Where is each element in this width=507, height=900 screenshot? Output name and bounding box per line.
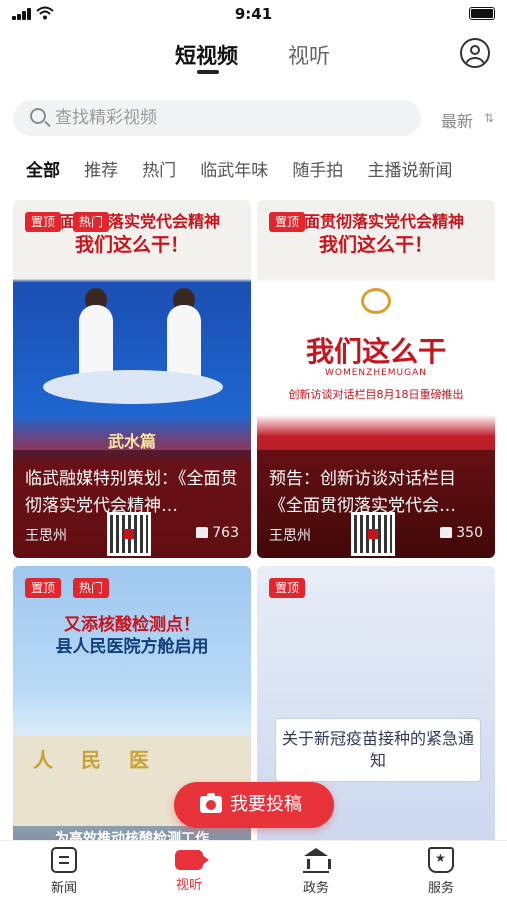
card-banner-line2: 我们这么干！ <box>74 234 189 256</box>
nav-item-audio-visual[interactable]: 视听 <box>154 847 224 893</box>
news-icon <box>51 847 77 873</box>
category-tab-recommended[interactable]: 推荐 <box>84 156 118 181</box>
hot-badge: 热门 <box>73 578 110 598</box>
nav-label: 政务 <box>302 881 329 896</box>
pinned-badge: 置顶 <box>269 578 306 598</box>
video-icon <box>175 850 209 870</box>
thumbs-up-icon <box>440 527 453 538</box>
search-bar[interactable] <box>13 100 421 136</box>
card-center-note: 创新访谈对话栏目8月18日重磅推出 <box>288 388 464 401</box>
tab-active-indicator <box>197 70 219 74</box>
nav-item-service[interactable]: 服务 <box>406 847 476 896</box>
card-title-line2: 县人民医院方舱启用 <box>55 637 209 657</box>
category-tab-linwu-new-year[interactable]: 临武年味 <box>200 156 268 181</box>
nav-item-government[interactable]: 政务 <box>281 847 351 896</box>
battery-icon <box>469 7 495 20</box>
nav-item-news[interactable]: 新闻 <box>29 847 99 896</box>
pinned-badge: 置顶 <box>25 578 62 598</box>
tab-short-video[interactable]: 短视频 <box>175 40 238 70</box>
card-banner-line2: 我们这么干！ <box>318 234 433 256</box>
pinned-badge: 置顶 <box>269 212 306 232</box>
service-icon <box>428 847 454 873</box>
studio-desk <box>43 370 223 404</box>
nav-label: 服务 <box>427 881 454 896</box>
like-count[interactable]: 350 <box>440 525 483 541</box>
search-input[interactable] <box>55 100 405 136</box>
qr-code <box>351 512 395 556</box>
government-icon <box>303 847 331 873</box>
category-tab-snapshots[interactable]: 随手拍 <box>292 156 343 181</box>
notice-box: 关于新冠疫苗接种的紧急通知 <box>275 718 481 782</box>
bottom-nav: 新闻 视听 政务 服务 <box>0 840 507 900</box>
sort-arrows-icon[interactable]: ⇅ <box>484 111 494 125</box>
card-center-title: 我们这么干 <box>305 335 446 368</box>
category-tabs: 全部 推荐 热门 临武年味 随手拍 主播说新闻 <box>26 156 507 186</box>
user-profile-icon[interactable] <box>460 38 490 68</box>
qr-code <box>107 512 151 556</box>
category-tab-hot[interactable]: 热门 <box>142 156 176 181</box>
hospital-sign: 人民医 <box>33 748 177 772</box>
hot-badge: 热门 <box>73 212 110 232</box>
card-author: 王思州 <box>25 528 67 544</box>
submit-video-button[interactable]: 我要投稿 <box>174 782 334 828</box>
status-bar: 9:41 <box>0 0 507 30</box>
video-card[interactable]: 全面贯彻落实党代会精神 我们这么干！ 置顶 我们这么干 WOMENZHEMUGA… <box>257 200 495 558</box>
like-count[interactable]: 763 <box>196 525 239 541</box>
card-author: 王思州 <box>269 528 311 544</box>
tab-audio-visual[interactable]: 视听 <box>288 40 330 70</box>
top-header: 短视频 视听 <box>0 30 507 86</box>
party-emblem-icon <box>361 288 391 314</box>
submit-label: 我要投稿 <box>230 794 302 815</box>
category-tab-anchor-news[interactable]: 主播说新闻 <box>367 156 452 181</box>
camera-icon <box>200 793 222 813</box>
nav-label: 视听 <box>175 878 202 893</box>
thumbs-up-icon <box>196 527 209 538</box>
search-icon <box>30 108 46 124</box>
status-time: 9:41 <box>234 5 273 23</box>
video-card[interactable]: 全面贯彻落实党代会精神 我们这么干！ 置顶 热门 武水篇 临武融媒特别策划：《全… <box>13 200 251 558</box>
category-tab-all[interactable]: 全部 <box>26 156 60 181</box>
card-center-subtitle: WOMENZHEMUGAN <box>324 368 427 378</box>
sort-label[interactable]: 最新 <box>441 108 473 132</box>
card-strip-title: 武水篇 <box>107 432 156 451</box>
pinned-badge: 置顶 <box>25 212 62 232</box>
nav-label: 新闻 <box>50 881 77 896</box>
